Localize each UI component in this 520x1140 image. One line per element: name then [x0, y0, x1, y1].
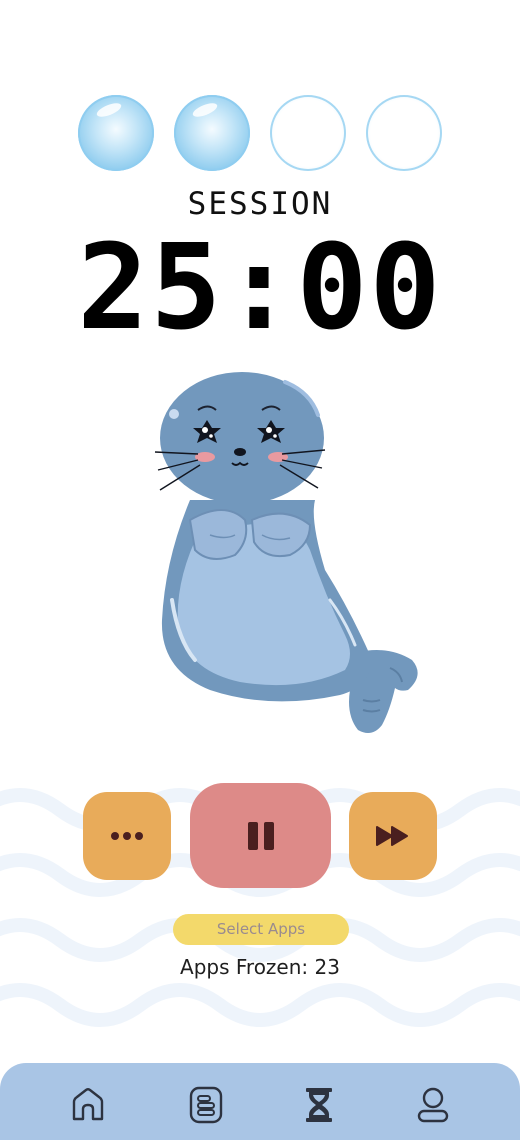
skip-button[interactable] — [349, 792, 437, 880]
pause-button[interactable] — [190, 783, 331, 888]
session-bubble-filled — [78, 95, 154, 171]
hourglass-icon — [306, 1088, 332, 1122]
nav-item-timer[interactable] — [297, 1083, 341, 1127]
home-icon — [72, 1088, 104, 1121]
pomodoro-screen: SESSION 25:00 Select Apps Apps Frozen: 2… — [0, 0, 520, 1140]
apps-frozen-count: Apps Frozen: 23 — [180, 955, 340, 979]
select-apps-button[interactable]: Select Apps — [173, 914, 349, 945]
session-label: SESSION — [187, 186, 333, 222]
pause-icon — [247, 821, 274, 850]
bottom-nav — [0, 1063, 520, 1140]
session-bubble-empty — [270, 95, 346, 171]
nav-item-profile[interactable] — [411, 1083, 455, 1127]
notes-icon — [189, 1086, 223, 1124]
session-bubble-filled — [174, 95, 250, 171]
more-dots-icon — [111, 832, 143, 840]
session-bubble-empty — [366, 95, 442, 171]
profile-icon — [417, 1087, 449, 1123]
seal-mascot — [154, 372, 418, 734]
timer-display: 25:00 — [77, 218, 443, 356]
nav-item-notes[interactable] — [184, 1083, 228, 1127]
session-progress — [0, 95, 520, 171]
nav-item-home[interactable] — [66, 1083, 110, 1127]
more-options-button[interactable] — [83, 792, 171, 880]
fast-forward-icon — [376, 826, 408, 846]
